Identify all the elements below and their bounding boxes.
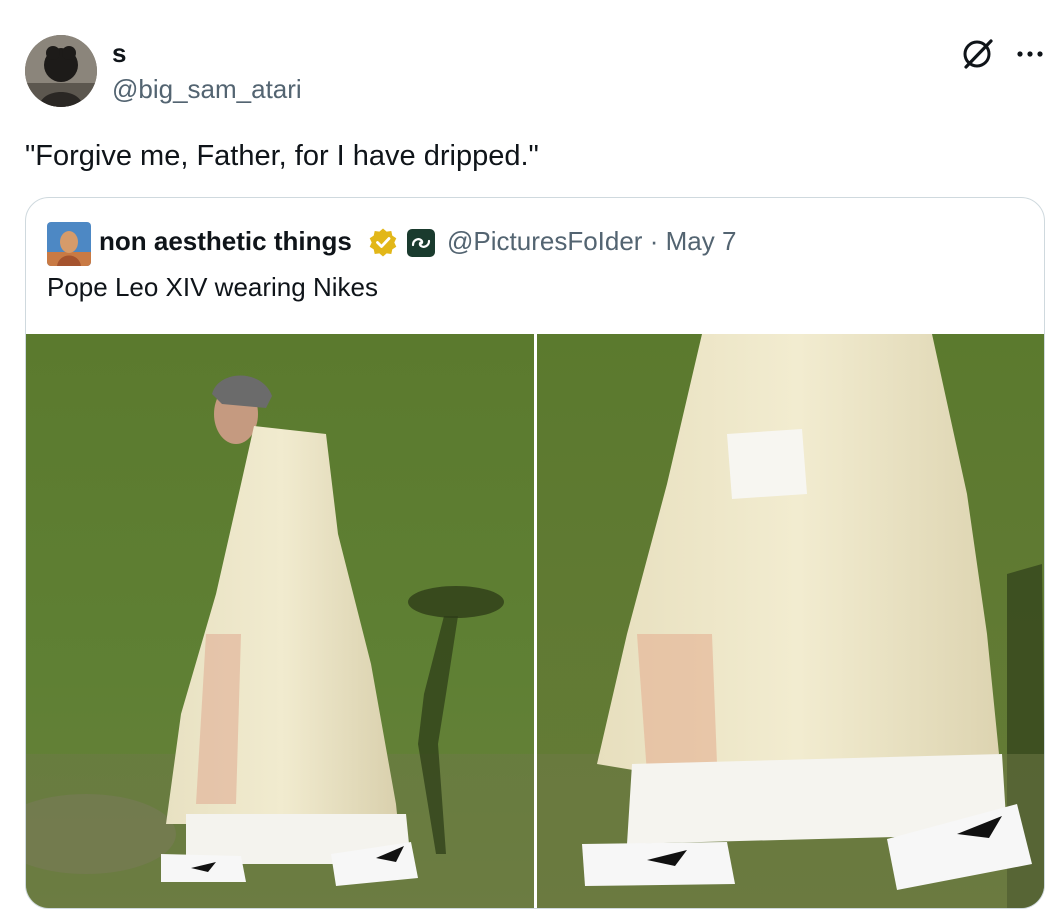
author-handle[interactable]: @big_sam_atari (112, 74, 302, 104)
quote-author-name[interactable]: non aesthetic things (99, 225, 352, 257)
tweet-text: "Forgive me, Father, for I have dripped.… (25, 140, 539, 172)
affiliate-badge-icon[interactable] (407, 229, 435, 257)
photo-walking-priest-icon (26, 334, 534, 908)
photo-left[interactable] (26, 334, 534, 908)
quote-author-handle[interactable]: @PicturesFoIder (447, 226, 642, 256)
quote-date[interactable]: May 7 (666, 226, 737, 256)
quoted-tweet-card[interactable]: non aesthetic things @PicturesFoIder · M… (25, 197, 1045, 909)
quote-author-avatar[interactable] (47, 222, 91, 266)
author-name[interactable]: s (112, 38, 126, 68)
photo-right[interactable] (537, 334, 1044, 908)
avatar-silhouette-icon (25, 35, 97, 107)
more-icon[interactable] (1012, 36, 1048, 72)
photo-vestment-closeup-icon (537, 334, 1044, 908)
quote-meta: @PicturesFoIder · May 7 (447, 225, 736, 257)
quote-text: Pope Leo XIV wearing Nikes (47, 272, 378, 302)
date-separator: · (649, 226, 659, 256)
avatar-portrait-icon (47, 222, 91, 266)
author-avatar[interactable] (25, 35, 97, 107)
verified-badge-icon (368, 227, 398, 257)
grok-icon[interactable] (960, 36, 996, 72)
